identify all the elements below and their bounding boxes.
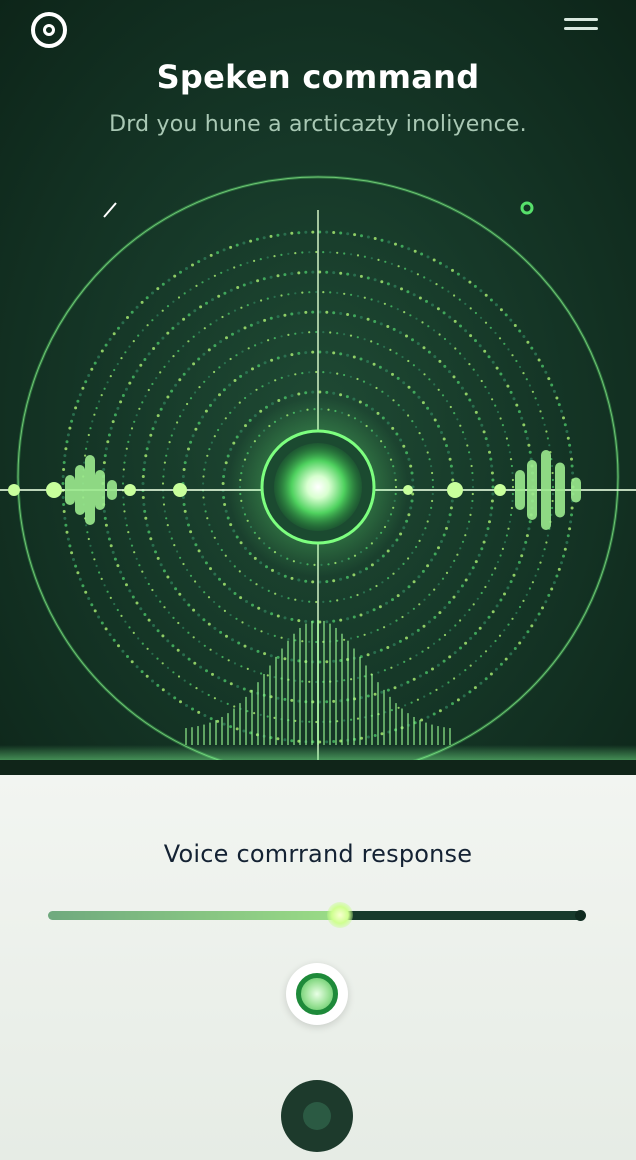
slider-thumb[interactable] bbox=[327, 902, 353, 928]
listen-button[interactable] bbox=[286, 963, 348, 1025]
mic-ring-icon bbox=[296, 973, 338, 1015]
panel-divider bbox=[0, 760, 636, 775]
slider-track-remaining bbox=[344, 911, 584, 920]
record-icon bbox=[303, 1102, 331, 1130]
response-label: Voice comrrand response bbox=[163, 840, 473, 868]
response-progress-slider[interactable] bbox=[48, 902, 588, 928]
response-panel: Voice comrrand response bbox=[0, 775, 636, 1160]
record-button[interactable] bbox=[281, 1080, 353, 1152]
slider-end-dot bbox=[575, 910, 586, 921]
page-subtitle: Drd you hune a arcticazty inoliyence. bbox=[109, 112, 527, 137]
page-title: Speken command bbox=[156, 58, 480, 96]
target-logo-icon[interactable] bbox=[31, 12, 67, 48]
hamburger-menu-icon[interactable] bbox=[564, 18, 598, 36]
voice-visualizer-panel: Speken command Drd you hune a arcticazty… bbox=[0, 0, 636, 775]
slider-track-filled bbox=[48, 911, 340, 920]
